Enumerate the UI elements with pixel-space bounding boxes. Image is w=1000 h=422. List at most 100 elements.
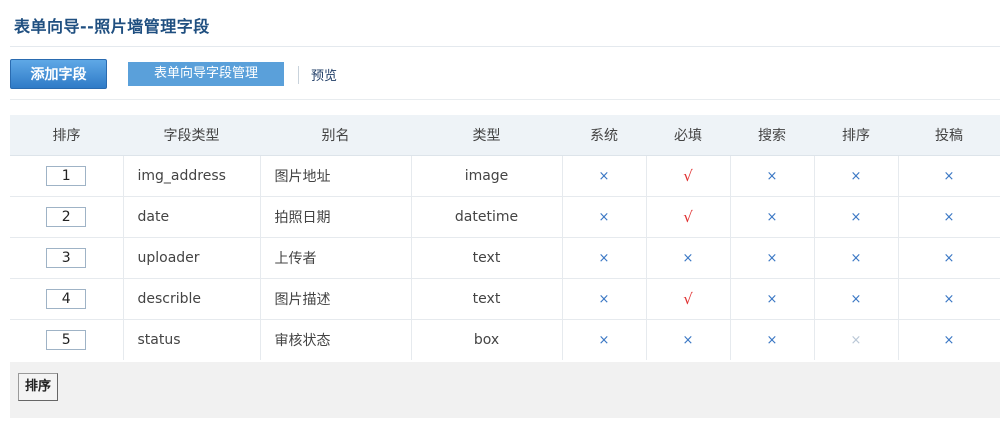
sort-button[interactable]: 排序	[18, 373, 59, 401]
contribute-cell: ×	[898, 318, 1000, 360]
toolbar: 添加字段 表单向导字段管理 预览	[10, 58, 1000, 90]
system-cell: ×	[562, 195, 647, 237]
order-input[interactable]	[46, 206, 87, 227]
title-divider	[10, 46, 1000, 47]
cross-icon[interactable]: ×	[767, 210, 778, 225]
check-icon[interactable]: √	[683, 208, 693, 226]
type-cell: image	[411, 154, 563, 196]
manage-fields-button[interactable]: 表单向导字段管理	[128, 62, 284, 86]
required-cell: √	[646, 154, 731, 196]
contribute-cell: ×	[898, 154, 1000, 196]
header-sort[interactable]: 排序	[814, 115, 898, 156]
table-row: describle 图片描述 text × √ × × ×	[10, 277, 1000, 319]
system-cell: ×	[562, 154, 647, 196]
cross-icon[interactable]: ×	[767, 292, 778, 307]
order-cell	[10, 195, 124, 237]
header-system[interactable]: 系统	[562, 115, 646, 156]
system-cell: ×	[562, 236, 647, 278]
header-search[interactable]: 搜索	[730, 115, 814, 156]
cross-icon[interactable]: ×	[851, 169, 862, 184]
required-cell: ×	[646, 236, 731, 278]
cross-icon[interactable]: ×	[599, 292, 610, 307]
field-name-cell: date	[123, 195, 261, 237]
required-cell: ×	[646, 318, 731, 360]
toolbar-separator	[298, 66, 299, 84]
cross-icon[interactable]: ×	[851, 210, 862, 225]
table-row: uploader 上传者 text × × × × ×	[10, 236, 1000, 278]
header-contribute[interactable]: 投稿	[898, 115, 1000, 156]
search-cell: ×	[730, 154, 815, 196]
search-cell: ×	[730, 236, 815, 278]
cross-icon[interactable]: ×	[599, 333, 610, 348]
cross-icon[interactable]: ×	[944, 251, 955, 266]
header-required[interactable]: 必填	[646, 115, 730, 156]
field-name-cell: img_address	[123, 154, 261, 196]
order-cell	[10, 236, 124, 278]
contribute-cell: ×	[898, 236, 1000, 278]
sort-cell: ×	[814, 195, 899, 237]
preview-link[interactable]: 预览	[311, 65, 337, 84]
search-cell: ×	[730, 195, 815, 237]
toolbar-divider	[10, 99, 1000, 100]
cross-icon[interactable]: ×	[944, 292, 955, 307]
field-name-cell: describle	[123, 277, 261, 319]
table-row: img_address 图片地址 image × √ × × ×	[10, 154, 1000, 196]
contribute-cell: ×	[898, 195, 1000, 237]
field-name-cell: uploader	[123, 236, 261, 278]
order-cell	[10, 154, 124, 196]
table-header-row: 排序 字段类型 别名 类型 系统 必填 搜索 排序 投稿	[10, 115, 1000, 156]
cross-icon[interactable]: ×	[599, 251, 610, 266]
alias-cell: 图片地址	[260, 154, 412, 196]
order-input[interactable]	[46, 165, 87, 186]
type-cell: box	[411, 318, 563, 360]
type-cell: text	[411, 277, 563, 319]
cross-icon[interactable]: ×	[599, 169, 610, 184]
alias-cell: 审核状态	[260, 318, 412, 360]
contribute-cell: ×	[898, 277, 1000, 319]
cross-icon[interactable]: ×	[944, 210, 955, 225]
header-type[interactable]: 类型	[411, 115, 562, 156]
check-icon[interactable]: √	[683, 290, 693, 308]
sort-cell: ×	[814, 277, 899, 319]
cross-icon[interactable]: ×	[851, 251, 862, 266]
order-input[interactable]	[46, 329, 87, 350]
cross-icon[interactable]: ×	[683, 333, 694, 348]
order-cell	[10, 318, 124, 360]
required-cell: √	[646, 277, 731, 319]
cross-icon[interactable]: ×	[767, 169, 778, 184]
header-alias[interactable]: 别名	[260, 115, 411, 156]
sort-cell: ×	[814, 318, 899, 360]
order-cell	[10, 277, 124, 319]
cross-icon[interactable]: ×	[683, 251, 694, 266]
type-cell: datetime	[411, 195, 563, 237]
alias-cell: 拍照日期	[260, 195, 412, 237]
search-cell: ×	[730, 277, 815, 319]
order-input[interactable]	[46, 247, 87, 268]
field-name-cell: status	[123, 318, 261, 360]
system-cell: ×	[562, 318, 647, 360]
add-field-button[interactable]: 添加字段	[10, 59, 107, 89]
check-icon[interactable]: √	[683, 167, 693, 185]
cross-icon[interactable]: ×	[851, 333, 862, 348]
alias-cell: 上传者	[260, 236, 412, 278]
type-cell: text	[411, 236, 563, 278]
order-input[interactable]	[46, 288, 87, 309]
cross-icon[interactable]: ×	[851, 292, 862, 307]
fields-table: 排序 字段类型 别名 类型 系统 必填 搜索 排序 投稿 img_address…	[10, 115, 1000, 360]
sort-cell: ×	[814, 236, 899, 278]
header-field-type[interactable]: 字段类型	[123, 115, 260, 156]
header-order[interactable]: 排序	[10, 115, 123, 156]
system-cell: ×	[562, 277, 647, 319]
cross-icon[interactable]: ×	[944, 333, 955, 348]
table-footer	[10, 362, 1000, 418]
table-row: status 审核状态 box × × × × ×	[10, 318, 1000, 360]
cross-icon[interactable]: ×	[767, 333, 778, 348]
table-row: date 拍照日期 datetime × √ × × ×	[10, 195, 1000, 237]
search-cell: ×	[730, 318, 815, 360]
page-title: 表单向导--照片墙管理字段	[14, 17, 210, 36]
cross-icon[interactable]: ×	[599, 210, 610, 225]
required-cell: √	[646, 195, 731, 237]
alias-cell: 图片描述	[260, 277, 412, 319]
cross-icon[interactable]: ×	[944, 169, 955, 184]
cross-icon[interactable]: ×	[767, 251, 778, 266]
